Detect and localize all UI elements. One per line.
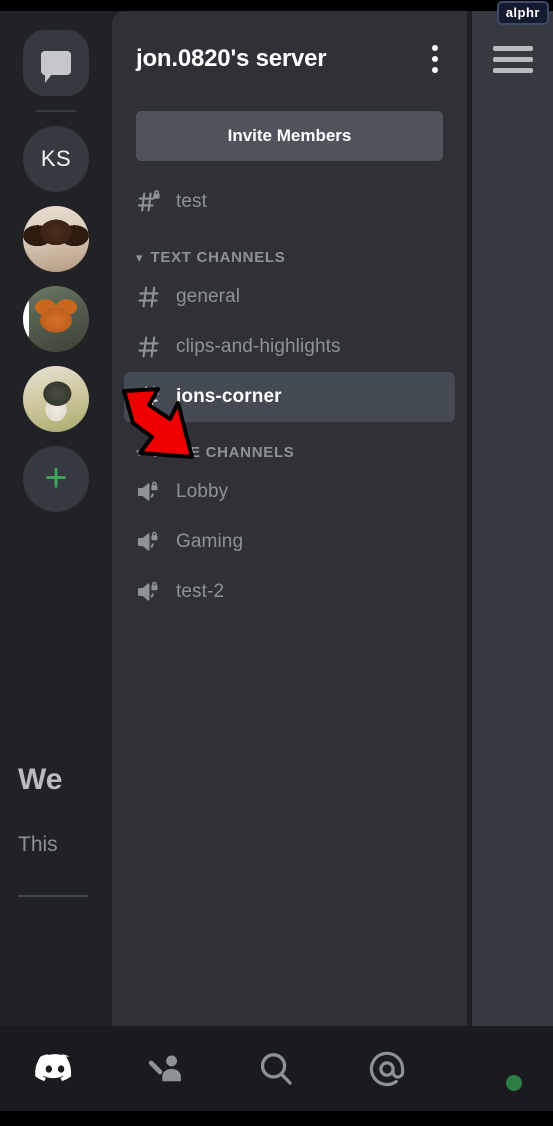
bottom-navigation <box>0 1026 553 1111</box>
nav-profile[interactable] <box>442 1026 553 1111</box>
avatar <box>473 1044 525 1094</box>
section-header-text-channels[interactable]: ▾ TEXT CHANNELS <box>124 227 455 272</box>
channel-item-general[interactable]: general <box>124 272 455 322</box>
channel-panel: jon.0820's server Invite Members test ▾ … <box>112 11 467 1026</box>
nav-servers[interactable] <box>0 1026 111 1111</box>
server-dog-1-avatar <box>23 206 89 272</box>
nav-mentions[interactable] <box>332 1026 443 1111</box>
chevron-down-icon: ▾ <box>136 250 143 265</box>
channel-label: clips-and-highlights <box>176 336 341 357</box>
channel-list: test ▾ TEXT CHANNELS general clips-and-h… <box>112 161 467 617</box>
kebab-dot <box>432 56 438 62</box>
server-ks-initials: KS <box>40 146 72 171</box>
hamburger-bar <box>492 56 533 62</box>
speaker-lock-icon <box>136 479 162 505</box>
invite-members-button[interactable]: Invite Members <box>136 111 443 161</box>
hash-icon <box>136 384 162 410</box>
page-title: jon.0820's server <box>136 45 327 72</box>
channel-item-jons-corner[interactable]: jons-corner <box>124 372 455 422</box>
channel-label: general <box>176 286 241 307</box>
hash-lock-icon <box>136 189 162 215</box>
bottom-black-strip <box>0 1111 553 1126</box>
channel-label: test <box>176 191 208 212</box>
status-badge <box>502 1071 525 1094</box>
channel-label: test-2 <box>176 581 225 602</box>
kebab-dot <box>432 67 438 73</box>
channel-item-test[interactable]: test <box>124 177 455 227</box>
app-frame: KS + jon.0820's server Invite Members te… <box>0 11 553 1111</box>
sidebar-item-server-cat[interactable] <box>23 286 89 352</box>
hash-icon <box>136 284 162 310</box>
welcome-body: This <box>18 833 58 856</box>
hamburger-bar <box>492 67 533 73</box>
channel-label: jons-corner <box>176 386 282 407</box>
channel-item-test-2[interactable]: test-2 <box>124 567 455 617</box>
server-cat-avatar <box>23 286 89 352</box>
nav-search[interactable] <box>221 1026 332 1111</box>
chat-panel-peek <box>472 11 553 1026</box>
sidebar-item-server-dog-1[interactable] <box>23 206 89 272</box>
sidebar-item-server-ks[interactable]: KS <box>23 126 89 192</box>
rail-divider <box>35 110 77 112</box>
hamburger-bar <box>492 45 533 51</box>
panel-header: jon.0820's server <box>112 11 467 107</box>
nav-friends[interactable] <box>111 1026 222 1111</box>
alphr-watermark: alphr <box>496 1 549 25</box>
section-title: VOICE CHANNELS <box>150 444 295 461</box>
direct-messages-icon <box>41 51 71 83</box>
discord-logo-icon <box>34 1048 76 1090</box>
add-server-button[interactable]: + <box>23 446 89 512</box>
sidebar-item-server-dog-2[interactable] <box>23 366 89 432</box>
server-rail[interactable]: KS + <box>0 11 112 1026</box>
channel-item-lobby[interactable]: Lobby <box>124 467 455 517</box>
search-icon <box>255 1048 297 1090</box>
discord-mobile-screen: alphr KS + jon.0820's server Invite Memb… <box>0 0 553 1126</box>
friends-icon <box>145 1048 187 1090</box>
chevron-down-icon: ▾ <box>136 445 143 460</box>
channel-item-clips-and-highlights[interactable]: clips-and-highlights <box>124 322 455 372</box>
mention-icon <box>366 1048 408 1090</box>
hamburger-icon[interactable] <box>492 45 533 73</box>
message-avatar <box>490 933 552 995</box>
server-dog-2-avatar <box>23 366 89 432</box>
welcome-heading: We <box>18 763 63 796</box>
section-title: TEXT CHANNELS <box>150 249 286 266</box>
sidebar-item-direct-messages[interactable] <box>23 30 89 96</box>
speaker-lock-icon <box>136 529 162 555</box>
hash-icon <box>136 334 162 360</box>
selected-server-indicator <box>23 297 29 341</box>
channel-label: Gaming <box>176 531 244 552</box>
kebab-dot <box>432 45 438 51</box>
chat-divider <box>18 895 88 897</box>
section-header-voice-channels[interactable]: ▾ VOICE CHANNELS <box>124 422 455 467</box>
chat-header <box>472 11 553 107</box>
channel-item-gaming[interactable]: Gaming <box>124 517 455 567</box>
speaker-lock-icon <box>136 579 162 605</box>
server-options-button[interactable] <box>411 35 459 83</box>
channel-label: Lobby <box>176 481 229 502</box>
